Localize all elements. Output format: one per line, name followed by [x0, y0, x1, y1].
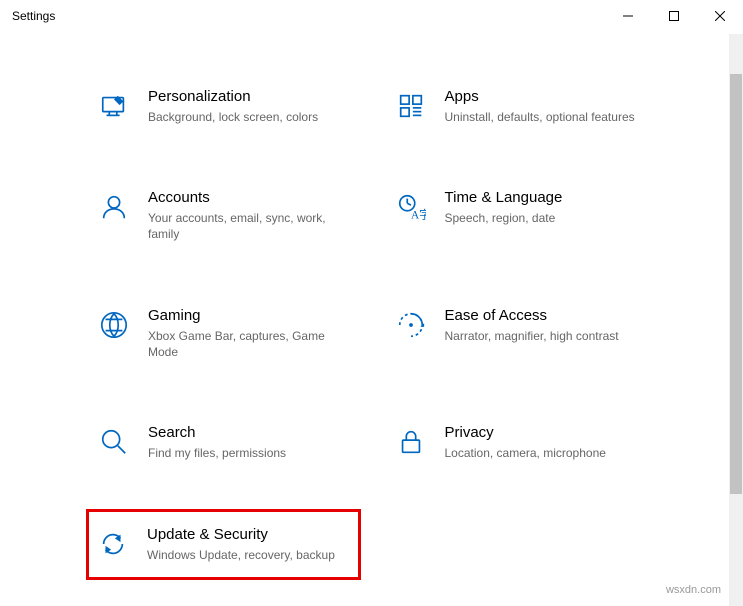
category-desc: Xbox Game Bar, captures, Game Mode [148, 328, 349, 360]
category-search[interactable]: Search Find my files, permissions [90, 416, 357, 469]
category-desc: Your accounts, email, sync, work, family [148, 210, 349, 242]
category-title: Gaming [148, 307, 349, 324]
category-personalization[interactable]: Personalization Background, lock screen,… [90, 80, 357, 133]
watermark: wsxdn.com [666, 584, 721, 596]
category-title: Accounts [148, 189, 349, 206]
minimize-button[interactable] [605, 0, 651, 32]
category-desc: Windows Update, recovery, backup [147, 547, 350, 563]
category-update-security[interactable]: Update & Security Windows Update, recove… [86, 509, 361, 580]
time-language-icon: A字 [395, 191, 427, 223]
category-privacy[interactable]: Privacy Location, camera, microphone [387, 416, 654, 469]
category-title: Search [148, 424, 349, 441]
category-gaming[interactable]: Gaming Xbox Game Bar, captures, Game Mod… [90, 299, 357, 368]
category-title: Time & Language [445, 189, 646, 206]
category-accounts[interactable]: Accounts Your accounts, email, sync, wor… [90, 181, 357, 250]
category-title: Privacy [445, 424, 646, 441]
scrollbar-thumb[interactable] [730, 74, 742, 494]
category-time-language[interactable]: A字 Time & Language Speech, region, date [387, 181, 654, 250]
gaming-icon [98, 309, 130, 341]
category-desc: Uninstall, defaults, optional features [445, 109, 646, 125]
update-security-icon [97, 528, 129, 560]
category-desc: Background, lock screen, colors [148, 109, 349, 125]
ease-of-access-icon [395, 309, 427, 341]
window-title: Settings [12, 9, 55, 23]
close-button[interactable] [697, 0, 743, 32]
category-title: Personalization [148, 88, 349, 105]
scrollbar[interactable] [729, 34, 743, 606]
maximize-button[interactable] [651, 0, 697, 32]
category-apps[interactable]: Apps Uninstall, defaults, optional featu… [387, 80, 654, 133]
settings-categories: Personalization Background, lock screen,… [0, 32, 743, 582]
category-title: Ease of Access [445, 307, 646, 324]
category-desc: Narrator, magnifier, high contrast [445, 328, 646, 344]
titlebar: Settings [0, 0, 743, 32]
category-desc: Speech, region, date [445, 210, 646, 226]
category-ease-of-access[interactable]: Ease of Access Narrator, magnifier, high… [387, 299, 654, 368]
accounts-icon [98, 191, 130, 223]
personalization-icon [98, 90, 130, 122]
category-desc: Location, camera, microphone [445, 445, 646, 461]
apps-icon [395, 90, 427, 122]
category-title: Apps [445, 88, 646, 105]
search-icon [98, 426, 130, 458]
category-desc: Find my files, permissions [148, 445, 349, 461]
svg-text:A字: A字 [411, 207, 426, 221]
category-title: Update & Security [147, 526, 350, 543]
window-controls [605, 0, 743, 32]
privacy-icon [395, 426, 427, 458]
